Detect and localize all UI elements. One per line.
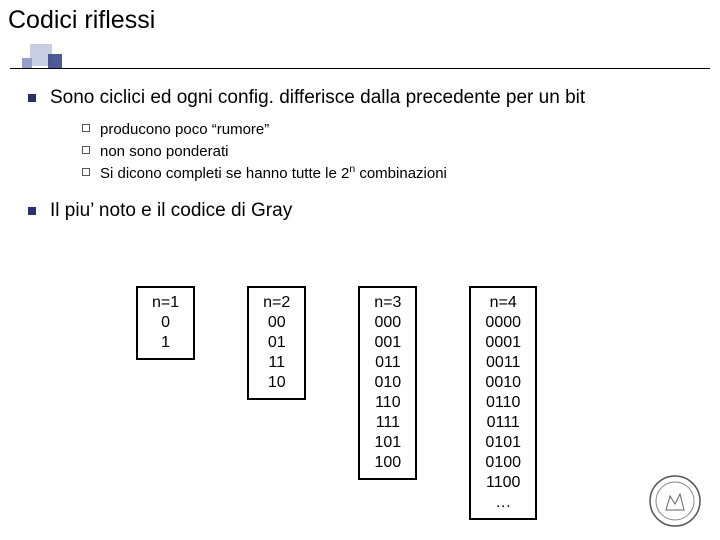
code-box-values: 0 1	[152, 313, 179, 353]
code-box-header: n=2	[263, 293, 290, 313]
code-box-n4: n=4 0000 0001 0011 0010 0110 0111 0101 0…	[469, 286, 537, 520]
code-box-header: n=3	[374, 293, 401, 313]
sub-bullet-text: producono poco “rumore”	[100, 120, 269, 140]
bullet-item: Il piu’ noto e il codice di Gray	[28, 199, 698, 223]
code-box-header: n=4	[485, 293, 521, 313]
decorative-squares	[14, 44, 70, 74]
code-box-values: 00 01 11 10	[263, 313, 290, 393]
bullet-text: Sono ciclici ed ogni config. differisce …	[50, 86, 585, 110]
code-box-values: 0000 0001 0011 0010 0110 0111 0101 0100 …	[485, 313, 521, 513]
slide-title: Codici riflessi	[8, 6, 155, 35]
code-box-n2: n=2 00 01 11 10	[247, 286, 306, 400]
gray-code-boxes: n=1 0 1 n=2 00 01 11 10 n=3 000 001 011 …	[136, 286, 537, 520]
sub-bullet-text: Si dicono completi se hanno tutte le 2n …	[100, 164, 447, 184]
sub-bullet-list: producono poco “rumore” non sono pondera…	[82, 120, 698, 185]
square-bullet-icon	[28, 207, 36, 215]
sub-bullet-item: non sono ponderati	[82, 142, 698, 162]
slide-body: Sono ciclici ed ogni config. differisce …	[28, 86, 698, 224]
code-box-values: 000 001 011 010 110 111 101 100	[374, 313, 401, 473]
code-box-n1: n=1 0 1	[136, 286, 195, 360]
hollow-square-icon	[82, 124, 90, 132]
code-box-header: n=1	[152, 293, 179, 313]
horizontal-rule	[10, 68, 710, 69]
sub-bullet-item: producono poco “rumore”	[82, 120, 698, 140]
bullet-item: Sono ciclici ed ogni config. differisce …	[28, 86, 698, 110]
sub-bullet-text: non sono ponderati	[100, 142, 228, 162]
bullet-text: Il piu’ noto e il codice di Gray	[50, 199, 292, 223]
hollow-square-icon	[82, 146, 90, 154]
square-bullet-icon	[28, 94, 36, 102]
hollow-square-icon	[82, 168, 90, 176]
sub-bullet-item: Si dicono completi se hanno tutte le 2n …	[82, 164, 698, 184]
seal-icon	[648, 474, 702, 528]
code-box-n3: n=3 000 001 011 010 110 111 101 100	[358, 286, 417, 480]
